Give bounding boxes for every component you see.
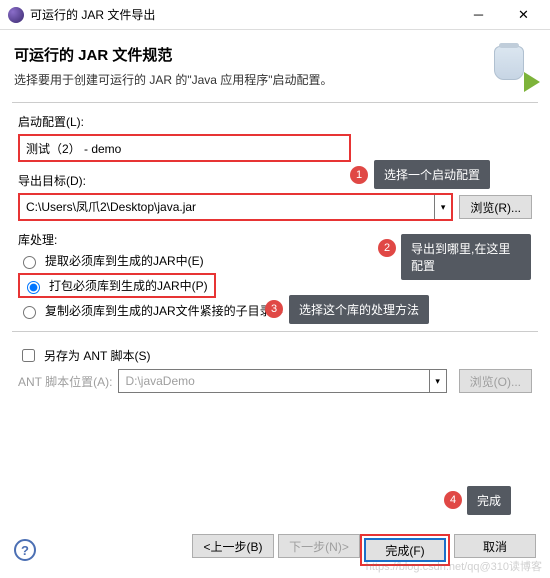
radio-package[interactable] (27, 281, 40, 294)
ant-dropdown-icon: ▾ (430, 369, 447, 393)
cancel-button[interactable]: 取消 (454, 534, 536, 558)
callout-3-number: 3 (265, 300, 283, 318)
lib-opt2-label: 打包必须库到生成的JAR中(P) (49, 277, 208, 294)
watermark: https://blog.csdn.net/qq@310读博客 (366, 558, 542, 574)
launch-section: 启动配置(L): 测试（2） - demo (0, 103, 550, 162)
launch-config-combo[interactable]: 测试（2） - demo (18, 134, 351, 162)
ant-location-input (118, 369, 429, 393)
lib-opt3-label: 复制必须库到生成的JAR文件紧接的子目录中 (45, 302, 284, 319)
checkbox-ant[interactable] (22, 349, 35, 362)
help-icon[interactable]: ? (14, 539, 36, 561)
dest-input[interactable] (20, 195, 434, 217)
dest-dropdown-icon[interactable]: ▾ (434, 195, 451, 219)
titlebar: 可运行的 JAR 文件导出 ─ ✕ (0, 0, 550, 30)
callout-1: 选择一个启动配置 (374, 160, 490, 189)
callout-3: 选择这个库的处理方法 (289, 295, 429, 324)
callout-2-number: 2 (378, 239, 396, 257)
next-button: 下一步(N)> (278, 534, 360, 558)
ant-save-check[interactable]: 另存为 ANT 脚本(S) (18, 346, 532, 365)
callout-4-number: 4 (444, 491, 462, 509)
radio-extract[interactable] (23, 256, 36, 269)
launch-config-value: 测试（2） - demo (26, 140, 121, 157)
eclipse-icon (8, 7, 24, 23)
callout-4: 完成 (467, 486, 511, 515)
callout-1-number: 1 (350, 166, 368, 184)
ant-saveas-label: 另存为 ANT 脚本(S) (44, 347, 150, 364)
callout-2: 导出到哪里,在这里配置 (401, 234, 531, 280)
browse-dest-button[interactable]: 浏览(R)... (459, 195, 532, 219)
minimize-button[interactable]: ─ (456, 1, 501, 29)
page-title: 可运行的 JAR 文件规范 (14, 44, 490, 65)
lib-opt1-label: 提取必须库到生成的JAR中(E) (45, 252, 204, 269)
ant-location-label: ANT 脚本位置(A): (18, 373, 112, 390)
radio-copy[interactable] (23, 306, 36, 319)
browse-ant-button: 浏览(O)... (459, 369, 532, 393)
wizard-header: 可运行的 JAR 文件规范 选择要用于创建可运行的 JAR 的"Java 应用程… (0, 30, 550, 102)
close-button[interactable]: ✕ (501, 1, 546, 29)
back-button[interactable]: <上一步(B) (192, 534, 274, 558)
window-title: 可运行的 JAR 文件导出 (30, 6, 456, 23)
page-subtitle: 选择要用于创建可运行的 JAR 的"Java 应用程序"启动配置。 (14, 71, 490, 88)
jar-export-icon (490, 44, 536, 90)
ant-section: 另存为 ANT 脚本(S) ANT 脚本位置(A): ▾ 浏览(O)... (0, 332, 550, 393)
launch-label: 启动配置(L): (18, 113, 532, 130)
